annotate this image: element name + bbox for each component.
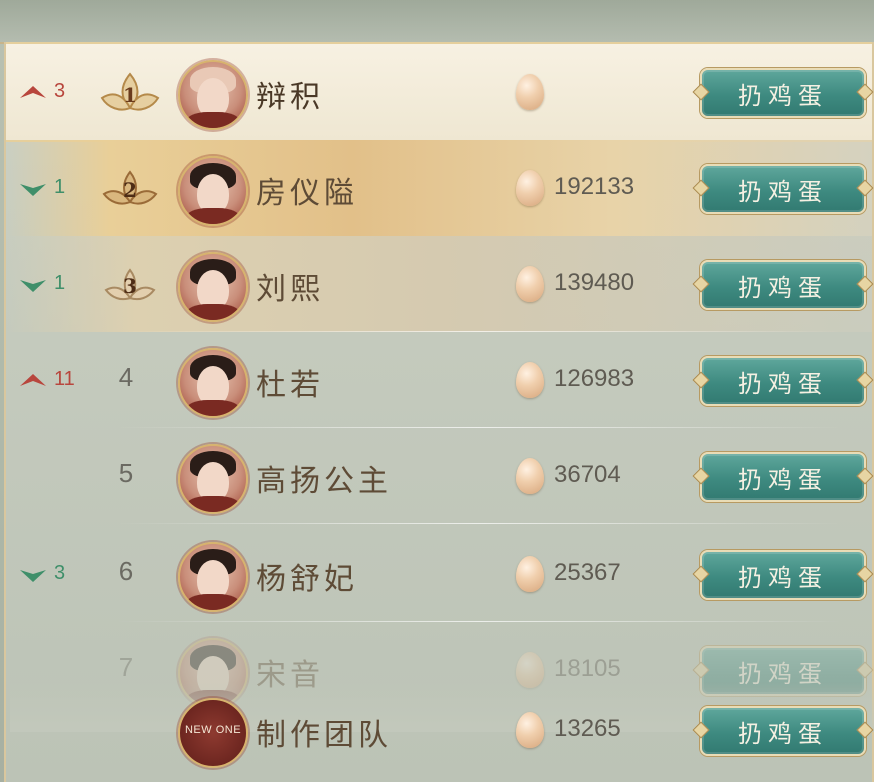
egg-count: 25367 xyxy=(554,559,621,586)
player-name: 高扬公主 xyxy=(256,464,392,499)
throw-egg-button[interactable]: 扔鸡蛋 xyxy=(700,452,866,502)
rank-number: 6 xyxy=(118,556,134,586)
throw-egg-button[interactable]: 扔鸡蛋 xyxy=(700,164,866,214)
avatar[interactable] xyxy=(178,444,248,514)
rank-number: 7 xyxy=(118,652,134,682)
rank-down-icon xyxy=(20,183,46,196)
rank-up-icon xyxy=(20,85,46,98)
avatar[interactable] xyxy=(178,60,248,130)
rank-change-value: 1 xyxy=(54,272,66,295)
rank-change: 3 xyxy=(18,80,88,104)
player-name: 辩积 xyxy=(256,80,324,115)
avatar[interactable] xyxy=(178,252,248,322)
rank-number: 1 xyxy=(123,83,137,107)
egg-count: 192133 xyxy=(554,173,635,200)
rank-up-icon xyxy=(20,373,46,386)
rank-change: 3 xyxy=(18,562,88,586)
rank-down-icon xyxy=(20,569,46,582)
throw-egg-button[interactable]: 扔鸡蛋 xyxy=(700,356,866,406)
egg-icon xyxy=(516,556,544,592)
rank-number: 4 xyxy=(118,362,134,392)
rank-change-value: 3 xyxy=(54,562,66,585)
player-name: 杨舒妃 xyxy=(256,562,358,597)
egg-count: 126983 xyxy=(554,365,635,392)
egg-icon xyxy=(516,458,544,494)
egg-icon xyxy=(516,266,544,302)
rank-3-lotus-icon: 3 xyxy=(104,268,156,301)
rank-2-lotus-icon: 2 xyxy=(102,170,158,205)
egg-icon xyxy=(516,170,544,206)
egg-count: 18105 xyxy=(554,655,621,682)
leaderboard-row-4: 11 4 杜若 126983 扔鸡蛋 xyxy=(6,332,872,428)
egg-icon xyxy=(516,74,544,110)
leaderboard-row-5: 5 高扬公主 36704 扔鸡蛋 xyxy=(6,428,872,524)
rank-number: 5 xyxy=(118,458,134,488)
egg-count: 13265 xyxy=(554,715,621,742)
avatar[interactable] xyxy=(178,348,248,418)
leaderboard-row-2: 1 2 房仪隘 192133 扔鸡蛋 xyxy=(6,140,872,236)
team-logo-text: NEW ONE xyxy=(184,724,242,736)
leaderboard-self-row: NEW ONE 制作团队 13265 扔鸡蛋 xyxy=(6,682,872,778)
leaderboard-row-1: 3 1 辩积 扔鸡蛋 xyxy=(6,42,872,142)
rank-down-icon xyxy=(20,279,46,292)
top-band xyxy=(0,0,874,44)
rank-change-value: 3 xyxy=(54,80,66,103)
player-name: 房仪隘 xyxy=(256,176,358,211)
rank-change-value: 11 xyxy=(54,368,75,391)
rank-number: 2 xyxy=(123,178,137,202)
egg-icon xyxy=(516,712,544,748)
rank-number: 3 xyxy=(123,274,137,298)
rank-change: 11 xyxy=(18,368,88,392)
throw-egg-button[interactable]: 扔鸡蛋 xyxy=(700,550,866,600)
throw-egg-button[interactable]: 扔鸡蛋 xyxy=(700,260,866,310)
player-name: 制作团队 xyxy=(256,718,392,753)
avatar[interactable] xyxy=(178,156,248,226)
egg-count: 139480 xyxy=(554,269,635,296)
avatar[interactable] xyxy=(178,542,248,612)
rank-change-value: 1 xyxy=(54,176,66,199)
throw-egg-button[interactable]: 扔鸡蛋 xyxy=(700,706,866,756)
egg-icon xyxy=(516,362,544,398)
leaderboard-row-6: 3 6 杨舒妃 25367 扔鸡蛋 xyxy=(6,526,872,622)
rank-change: 1 xyxy=(18,272,88,296)
team-logo-avatar[interactable]: NEW ONE xyxy=(178,698,248,768)
leaderboard-frame: 3 1 辩积 扔鸡蛋 1 2 房仪隘 192133 扔鸡蛋 1 3 刘熙 139… xyxy=(0,0,874,782)
rank-change: 1 xyxy=(18,176,88,200)
leaderboard-panel[interactable]: 3 1 辩积 扔鸡蛋 1 2 房仪隘 192133 扔鸡蛋 1 3 刘熙 139… xyxy=(4,42,874,782)
leaderboard-row-3: 1 3 刘熙 139480 扔鸡蛋 xyxy=(6,236,872,332)
egg-count: 36704 xyxy=(554,461,621,488)
player-name: 刘熙 xyxy=(256,272,324,307)
player-name: 杜若 xyxy=(256,368,324,403)
rank-1-lotus-icon: 1 xyxy=(100,72,160,111)
throw-egg-button[interactable]: 扔鸡蛋 xyxy=(700,68,866,118)
